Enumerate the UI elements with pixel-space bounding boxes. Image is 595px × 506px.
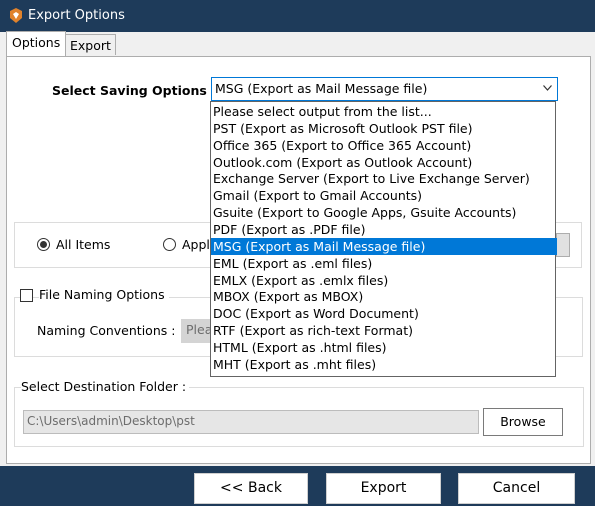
app-logo-icon	[10, 8, 22, 23]
tab-options[interactable]: Options	[6, 31, 66, 56]
dropdown-option[interactable]: MBOX (Export as MBOX)	[211, 288, 557, 305]
back-button[interactable]: << Back	[194, 473, 308, 504]
dropdown-option[interactable]: Gsuite (Export to Google Apps, Gsuite Ac…	[211, 204, 557, 221]
dropdown-option[interactable]: MSG (Export as Mail Message file)	[211, 237, 557, 255]
dropdown-option[interactable]: MHT (Export as .mht files)	[211, 356, 557, 373]
export-options-window: Export Options Options Export Select Sav…	[0, 0, 595, 506]
dropdown-option[interactable]: DOC (Export as Word Document)	[211, 305, 557, 322]
dropdown-option[interactable]: RTF (Export as rich-text Format)	[211, 322, 557, 339]
tab-export[interactable]: Export	[64, 34, 116, 55]
browse-button[interactable]: Browse	[483, 408, 563, 436]
window-title: Export Options	[28, 8, 125, 23]
saving-options-select[interactable]: MSG (Export as Mail Message file)	[211, 77, 558, 101]
dropdown-option[interactable]: Exchange Server (Export to Live Exchange…	[211, 170, 557, 187]
cancel-button[interactable]: Cancel	[458, 473, 575, 504]
footer-bar: << Back Export Cancel	[0, 466, 595, 506]
dropdown-option[interactable]: Gmail (Export to Gmail Accounts)	[211, 187, 557, 204]
title-bar: Export Options	[0, 0, 595, 32]
destination-folder-label: Select Destination Folder :	[21, 379, 190, 394]
saving-options-dropdown-list: Please select output from the list... PST…	[210, 101, 557, 377]
dropdown-option[interactable]: HTML (Export as .html files)	[211, 339, 557, 356]
tab-strip: Options Export	[6, 31, 591, 56]
dropdown-option[interactable]: PST (Export as Microsoft Outlook PST fil…	[211, 120, 557, 137]
dropdown-option[interactable]: Please select output from the list...	[211, 103, 557, 120]
file-naming-checkbox[interactable]	[20, 289, 33, 302]
saving-options-label: Select Saving Options :	[52, 83, 217, 98]
all-items-radio[interactable]	[37, 238, 50, 251]
file-naming-label: File Naming Options	[39, 287, 169, 302]
destination-path-input[interactable]: C:\Users\admin\Desktop\pst	[23, 410, 479, 434]
dropdown-option[interactable]: EML (Export as .eml files)	[211, 255, 557, 272]
filter-button[interactable]	[556, 233, 570, 257]
naming-conventions-label: Naming Conventions :	[37, 323, 176, 338]
dropdown-option[interactable]: EMLX (Export as .emlx files)	[211, 272, 557, 289]
dropdown-option[interactable]: Office 365 (Export to Office 365 Account…	[211, 137, 557, 154]
saving-options-value: MSG (Export as Mail Message file)	[215, 81, 428, 96]
chevron-down-icon[interactable]	[543, 85, 552, 91]
dropdown-option[interactable]: PDF (Export as .PDF file)	[211, 221, 557, 238]
dropdown-option[interactable]: Outlook.com (Export as Outlook Account)	[211, 154, 557, 171]
export-button[interactable]: Export	[326, 473, 441, 504]
apply-filter-radio[interactable]	[163, 238, 176, 251]
all-items-label: All Items	[56, 237, 111, 252]
